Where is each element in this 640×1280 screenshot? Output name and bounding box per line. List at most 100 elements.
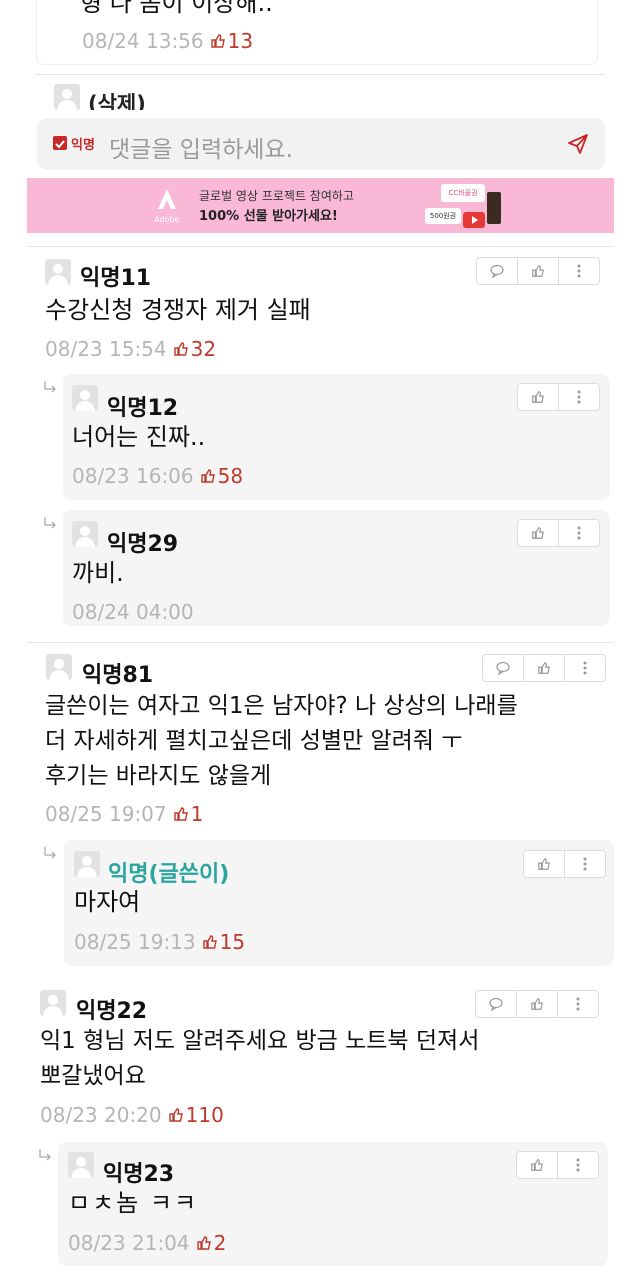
anon-label: 익명: [71, 138, 95, 153]
comment-date: 08/25 19:13: [74, 930, 196, 954]
like-icon: [173, 807, 188, 821]
thumbs-up-icon: [531, 998, 543, 1010]
comment-date: 08/25 19:07: [45, 802, 167, 826]
reply-box: 익명23 ㅁㅊ놈 ㅋㅋ 08/23 21:04 2: [58, 1142, 608, 1266]
like-button[interactable]: [518, 258, 559, 284]
comment-actions: [523, 850, 606, 878]
speech-bubble-icon: [496, 661, 510, 675]
more-button[interactable]: [565, 851, 605, 877]
comment-text: 마자여: [74, 888, 141, 916]
ad-line2-highlight: 100% 선물: [199, 209, 268, 224]
comment-actions: [516, 1151, 599, 1179]
like-count: 15: [219, 930, 246, 954]
deleted-comment: (삭제): [54, 84, 614, 110]
author-nick[interactable]: 익명(글쓴이): [108, 856, 229, 888]
like-icon: [202, 935, 217, 949]
more-button[interactable]: [558, 991, 598, 1017]
reply-arrow-icon: [44, 381, 56, 393]
check-icon: [55, 140, 65, 149]
like-button[interactable]: [517, 1152, 558, 1178]
divider: [27, 642, 614, 643]
ad-gift-graphic: CC바울권 500원권: [419, 182, 515, 232]
coffee-cup-icon: [487, 192, 501, 224]
thumbs-up-icon: [538, 858, 550, 870]
comment-actions: [517, 519, 600, 547]
adobe-brand: Adobe: [154, 215, 180, 224]
comment-nick[interactable]: 익명29: [107, 526, 178, 558]
more-button[interactable]: [559, 258, 599, 284]
comment-actions: [517, 383, 600, 411]
like-button[interactable]: [518, 384, 559, 410]
more-button[interactable]: [565, 655, 605, 681]
comment-meta: 08/23 15:54 32: [45, 337, 216, 361]
comment-date: 08/24 04:00: [72, 600, 194, 624]
comment-nick[interactable]: 익명81: [82, 657, 153, 689]
play-badge: [463, 212, 485, 228]
reply-box: 익명(글쓴이) 마자여 08/25 19:13 15: [64, 840, 614, 966]
comment-actions: [476, 257, 600, 285]
adobe-logo: Adobe: [154, 186, 180, 226]
avatar: [45, 259, 71, 285]
comment-nick[interactable]: 익명11: [80, 260, 151, 292]
comment-meta: 08/23 20:20 110: [40, 1103, 224, 1127]
more-vertical-icon: [577, 390, 581, 404]
ad-line2-rest: 받아가세요!: [267, 209, 338, 224]
comment-meta: 08/25 19:13 15: [74, 930, 245, 954]
thumbs-up-icon: [532, 527, 544, 539]
like-icon: [200, 469, 215, 483]
ad-line1: 글로벌 영상 프로젝트 참여하고: [199, 189, 354, 203]
like-button[interactable]: [524, 851, 565, 877]
reply-box: 익명29 까비. 08/24 04:00: [63, 510, 610, 626]
comment-meta: 08/25 19:07 1: [45, 802, 203, 826]
reply-button[interactable]: [483, 655, 524, 681]
comment-text: 익1 형님 저도 알려주세요 방금 노트북 던져서 뽀갈냈어요: [40, 1024, 479, 1094]
reply-arrow-icon: [44, 847, 56, 859]
like-button[interactable]: [517, 991, 558, 1017]
comment-nick[interactable]: 익명23: [103, 1156, 174, 1188]
ad-banner[interactable]: Adobe 글로벌 영상 프로젝트 참여하고 100% 선물 받아가세요! CC…: [27, 178, 614, 233]
more-button[interactable]: [558, 1152, 598, 1178]
speech-bubble-icon: [490, 264, 504, 278]
send-icon[interactable]: [567, 133, 589, 155]
comment-nick[interactable]: 익명22: [76, 993, 147, 1025]
comment-date: 08/23 20:20: [40, 1103, 162, 1127]
more-button[interactable]: [559, 384, 599, 410]
like-button[interactable]: [524, 655, 565, 681]
thumbs-up-icon: [531, 1159, 543, 1171]
comment-line: 더 자세하게 펼치고싶은데 성별만 알려줘 ㅜ: [45, 728, 463, 754]
adobe-icon: [158, 189, 176, 209]
reply-button[interactable]: [476, 991, 517, 1017]
speech-bubble-icon: [489, 997, 503, 1011]
comment-text: 너어는 진짜..: [72, 423, 206, 451]
thumbs-up-icon: [538, 662, 550, 674]
avatar: [72, 385, 98, 411]
ad-line2: 100% 선물 받아가세요!: [199, 205, 338, 224]
comment-nick[interactable]: 익명12: [107, 390, 178, 422]
comment-date: 08/23 21:04: [68, 1231, 190, 1255]
comment-text: ㅁㅊ놈 ㅋㅋ: [68, 1189, 199, 1217]
like-icon: [173, 342, 188, 356]
more-vertical-icon: [576, 997, 580, 1011]
reply-arrow-icon: [44, 517, 56, 529]
like-count: 110: [185, 1103, 224, 1127]
comment-input[interactable]: 댓글을 입력하세요.: [109, 130, 293, 164]
comment-actions: [482, 654, 606, 682]
comment-line: 후기는 바라지도 않을게: [45, 763, 272, 789]
reply-arrow-icon: [39, 1149, 51, 1161]
more-vertical-icon: [576, 1158, 580, 1172]
top-comment-box: [36, 0, 598, 65]
comment-input-bar[interactable]: 익명 댓글을 입력하세요.: [37, 118, 605, 170]
comment-line: 뽀갈냈어요: [40, 1063, 146, 1089]
deleted-label: (삭제): [88, 92, 146, 110]
thumbs-up-icon: [532, 391, 544, 403]
divider: [36, 74, 604, 75]
anon-checkbox[interactable]: [53, 136, 67, 150]
reply-button[interactable]: [477, 258, 518, 284]
comment-meta: 08/23 16:06 58: [72, 464, 243, 488]
avatar: [54, 84, 80, 110]
like-button[interactable]: [518, 520, 559, 546]
avatar: [68, 1152, 94, 1178]
avatar: [74, 851, 100, 877]
gift-card-2: 500원권: [425, 208, 461, 224]
more-button[interactable]: [559, 520, 599, 546]
